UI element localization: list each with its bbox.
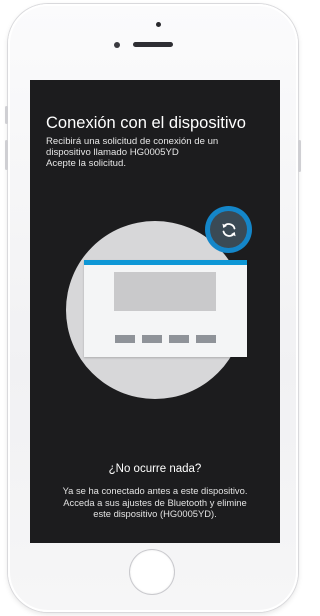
device-key [142,335,162,343]
instructions-line: Recibirá una solicitud de conexión de un [46,136,219,147]
volume-button [5,106,8,124]
refresh-icon [221,222,236,237]
instructions-line: Acepte la solicitud. [46,158,126,169]
device-display [114,272,216,311]
instructions-text: Recibirá una solicitud de conexión de un… [46,136,270,169]
device-key [196,335,216,343]
device-illustration [84,260,247,357]
device-top-bar [84,260,247,265]
device-key [115,335,135,343]
device-key [169,335,189,343]
help-line: Acceda a sus ajustes de Bluetooth y elim… [63,496,247,508]
proximity-sensor [114,42,120,48]
help-line: Ya se ha conectado antes a este disposit… [62,485,248,496]
help-line: este dispositivo (HG0005YD). [93,508,217,519]
front-camera [156,22,161,27]
earpiece-speaker [133,42,173,47]
power-button [298,140,301,172]
app-screen: Conexión con el dispositivo Recibirá una… [30,80,280,543]
refresh-button[interactable] [205,206,252,253]
refresh-icon-wrap [210,211,247,248]
page-title: Conexión con el dispositivo [46,114,246,132]
home-button[interactable] [130,550,174,594]
volume-button [5,140,8,170]
help-title: ¿No ocurre nada? [108,463,202,475]
instructions-line: dispositivo llamado HG0005YD [46,147,179,158]
help-text: Ya se ha conectado antes a este disposit… [40,485,270,520]
